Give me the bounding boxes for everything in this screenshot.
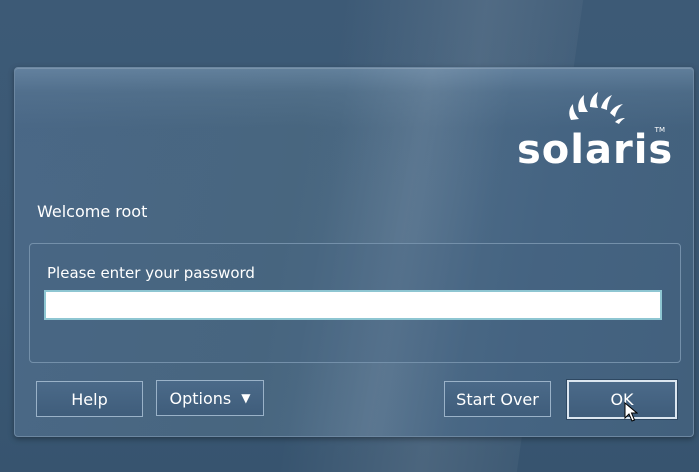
help-button[interactable]: Help xyxy=(36,381,143,417)
solaris-logo: solaris TM xyxy=(517,90,672,170)
dropdown-arrow-icon: ▼ xyxy=(241,391,251,405)
welcome-message: Welcome root xyxy=(37,202,148,221)
start-over-button-label: Start Over xyxy=(456,389,539,409)
ok-button[interactable]: OK xyxy=(566,379,678,420)
password-label: Please enter your password xyxy=(47,264,255,282)
solaris-wordmark: solaris xyxy=(517,127,674,173)
start-over-button[interactable]: Start Over xyxy=(444,381,551,417)
options-button-label: Options xyxy=(169,388,232,408)
mouse-pointer-icon xyxy=(624,402,638,422)
sun-rays-icon xyxy=(569,92,625,124)
login-dialog: solaris TM Welcome root Please enter you… xyxy=(14,67,694,437)
password-panel: Please enter your password xyxy=(29,243,681,363)
trademark-mark: TM xyxy=(654,126,665,134)
help-button-label: Help xyxy=(71,389,108,409)
password-input[interactable] xyxy=(44,290,662,320)
options-button[interactable]: Options ▼ xyxy=(156,380,264,416)
